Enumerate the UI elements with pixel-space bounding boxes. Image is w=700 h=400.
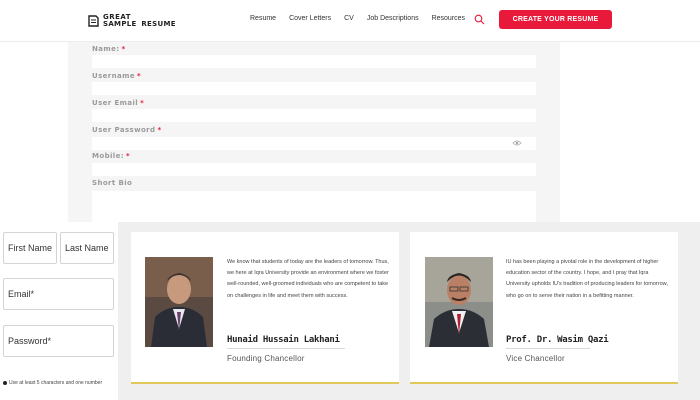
vice-chancellor-quote: IU has been playing a pivotal role in th… <box>506 259 668 299</box>
mobile-field[interactable] <box>92 163 536 176</box>
email-input[interactable]: Email* <box>3 278 114 310</box>
vice-chancellor-role: Vice Chancellor <box>506 354 565 363</box>
last-name-input[interactable]: Last Name <box>60 232 114 264</box>
short-bio-label: Short Bio <box>92 179 133 187</box>
logo-icon <box>88 15 99 27</box>
user-password-field[interactable] <box>92 137 536 150</box>
name-label: Name: * <box>92 45 126 53</box>
registration-form: Name: * Username * User Email * User Passwo… <box>68 42 560 222</box>
site-logo[interactable]: GREAT SAMPLE RESUME <box>86 10 176 32</box>
vice-chancellor-photo <box>425 257 493 347</box>
username-field[interactable] <box>92 82 536 95</box>
nav-job-descriptions[interactable]: Job Descriptions <box>367 15 419 22</box>
logo-text-line2a: SAMPLE <box>103 20 137 28</box>
chancellor-quote: We know that students of today are the l… <box>227 259 389 299</box>
vice-chancellor-name: Prof. Dr. Wasim Qazi <box>506 335 609 345</box>
logo-text-line2b: RESUME <box>141 20 176 28</box>
site-header: GREAT SAMPLE RESUME Resume Cover Letters… <box>0 0 700 42</box>
nav-cv[interactable]: CV <box>344 15 354 22</box>
search-icon[interactable] <box>474 14 485 25</box>
short-bio-field[interactable] <box>92 191 536 222</box>
divider <box>506 348 590 349</box>
user-email-field[interactable] <box>92 109 536 122</box>
first-name-input[interactable]: First Name <box>3 232 57 264</box>
username-label: Username * <box>92 72 142 80</box>
user-password-label: User Password * <box>92 126 162 134</box>
password-hint: Use at least 5 characters and one number <box>3 380 102 386</box>
main-nav: Resume Cover Letters CV Job Descriptions… <box>250 15 478 22</box>
nav-cover-letters[interactable]: Cover Letters <box>289 15 331 22</box>
nav-resources[interactable]: Resources <box>432 15 465 22</box>
nav-resume[interactable]: Resume <box>250 15 276 22</box>
leader-card: We know that students of today are the l… <box>131 232 399 384</box>
user-email-label: User Email * <box>92 99 145 107</box>
divider <box>227 348 345 349</box>
lower-section: First Name Last Name Email* Password* Us… <box>0 222 700 400</box>
leader-card: IU has been playing a pivotal role in th… <box>410 232 678 384</box>
name-field[interactable] <box>92 55 536 68</box>
chancellor-photo <box>145 257 213 347</box>
chancellor-name: Hunaid Hussain Lakhani <box>227 335 340 345</box>
password-input[interactable]: Password* <box>3 325 114 357</box>
mobile-label: Mobile: * <box>92 152 130 160</box>
info-dot-icon <box>3 380 7 385</box>
create-resume-button[interactable]: CREATE YOUR RESUME <box>499 10 612 29</box>
chancellor-role: Founding Chancellor <box>227 354 305 363</box>
signup-mini-form: First Name Last Name Email* Password* Us… <box>0 222 118 400</box>
show-password-icon[interactable] <box>512 139 522 147</box>
